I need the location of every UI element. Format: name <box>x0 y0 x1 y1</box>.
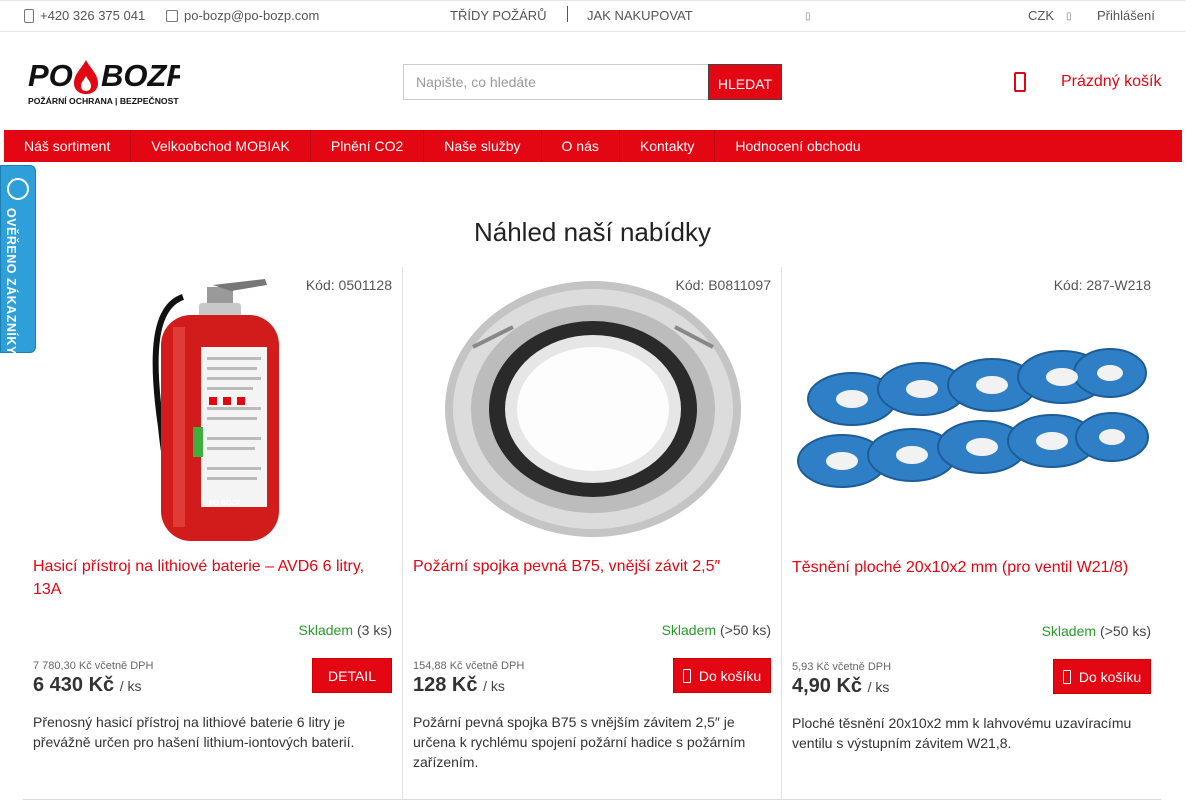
price-value: 6 430 Kč <box>33 674 115 696</box>
detail-button-label: DETAIL <box>328 667 376 684</box>
product-description: Přenosný hasicí přístroj na lithiové bat… <box>33 714 355 750</box>
section-title: Náhled naší nabídky <box>473 217 712 247</box>
logo-graphic: PO BOZP POŽÁRNÍ OCHRANA | BEZPEČNOST PRÁ… <box>28 58 211 106</box>
stock-info: Skladem (>50 ks) <box>1042 623 1151 639</box>
cart-icon <box>1062 669 1071 684</box>
nav-item-wholesale[interactable]: Velkoobchod MOBIAK <box>131 130 311 162</box>
product-code: Kód: 0501128 <box>305 277 392 293</box>
price-unit: / ks <box>483 678 505 694</box>
nav-item-assortment[interactable]: Náš sortiment <box>4 130 132 162</box>
stock-info: Skladem (>50 ks) <box>662 622 771 638</box>
phone-icon <box>24 8 34 23</box>
search-button[interactable]: HLEDAT <box>708 64 782 100</box>
nav-item-reviews[interactable]: Hodnocení obchodu <box>715 130 880 162</box>
product-card: Kód: 287-W218 Těsnění ploché 20x10x2 mm … <box>782 267 1161 799</box>
stock-quantity: (>50 ks) <box>720 622 771 638</box>
login-label: Přihlášení <box>1097 8 1155 23</box>
nav-item-contacts[interactable]: Kontakty <box>620 130 716 162</box>
link-fire-classes-label: TŘÍDY POŽÁRŮ <box>450 8 547 23</box>
nav-item-co2[interactable]: Plnění CO2 <box>311 130 425 162</box>
product-code: Kód: B0811097 <box>675 277 772 293</box>
search-input[interactable] <box>403 64 708 100</box>
price-value: 128 Kč <box>413 674 478 696</box>
product-description: Požární pevná spojka B75 s vnějším závit… <box>413 714 746 770</box>
cart-link[interactable]: Prázdný košík <box>1061 73 1161 91</box>
link-how-to-buy-label: JAK NAKUPOVAT <box>587 8 693 23</box>
link-fire-classes[interactable]: TŘÍDY POŽÁRŮ <box>450 8 547 23</box>
price-value: 4,90 Kč <box>792 675 863 697</box>
product-description: Ploché těsnění 20x10x2 mm k lahvovému uz… <box>792 715 1132 751</box>
product-name-link[interactable]: Požární spojka pevná B75, vnější závit 2… <box>413 555 768 578</box>
cart-icon <box>682 668 691 683</box>
login-link[interactable]: Přihlášení <box>1097 8 1155 23</box>
main-navigation: Náš sortiment Velkoobchod MOBIAK Plnění … <box>4 130 1182 162</box>
top-separator <box>567 6 568 22</box>
stock-status: Skladem <box>1041 623 1097 639</box>
product-price: 128 Kč / ks <box>413 674 505 697</box>
email-icon <box>166 9 178 22</box>
stock-quantity: (>50 ks) <box>1100 623 1151 639</box>
add-to-cart-label: Do košíku <box>698 667 762 684</box>
phone-link[interactable]: +420 326 375 041 <box>24 8 145 23</box>
price-with-vat: 154,88 Kč včetně DPH <box>413 660 525 672</box>
product-card: PO BOZP Kód: 0501128 Hasicí přístroj na … <box>23 267 403 799</box>
svg-text:PO: PO <box>28 58 73 93</box>
currency-selector[interactable]: CZK <box>1028 8 1054 23</box>
verified-seal-icon <box>7 178 29 200</box>
top-bar: +420 326 375 041 po-bozp@po-bozp.com TŘÍ… <box>0 0 1185 32</box>
add-to-cart-button[interactable]: Do košíku <box>673 658 771 693</box>
add-to-cart-label: Do košíku <box>1078 668 1142 685</box>
cart-icon[interactable] <box>1014 72 1026 92</box>
add-to-cart-button[interactable]: Do košíku <box>1053 659 1151 694</box>
stock-status: Skladem <box>298 622 353 638</box>
nav-item-services[interactable]: Naše služby <box>424 130 542 162</box>
phone-number: +420 326 375 041 <box>40 8 146 23</box>
email-address: po-bozp@po-bozp.com <box>184 8 320 23</box>
product-code: Kód: 287-W218 <box>1053 277 1151 293</box>
price-with-vat: 5,93 Kč včetně DPH <box>792 661 892 673</box>
email-link[interactable]: po-bozp@po-bozp.com <box>166 8 319 23</box>
stock-quantity: (3 ks) <box>357 622 392 638</box>
site-logo[interactable]: PO BOZP POŽÁRNÍ OCHRANA | BEZPEČNOST PRÁ… <box>28 54 211 106</box>
stock-info: Skladem (3 ks) <box>299 622 392 638</box>
nav-item-about[interactable]: O nás <box>542 130 620 162</box>
stock-status: Skladem <box>661 622 717 638</box>
product-image-coupling[interactable] <box>413 277 771 545</box>
product-name-link[interactable]: Hasicí přístroj na lithiové baterie – AV… <box>33 555 388 601</box>
product-name-link[interactable]: Těsnění ploché 20x10x2 mm (pro ventil W2… <box>792 556 1147 579</box>
link-how-to-buy[interactable]: JAK NAKUPOVAT <box>587 8 693 23</box>
product-card: Kód: B0811097 Požární spojka pevná B75, … <box>403 267 782 799</box>
product-image-extinguisher[interactable]: PO BOZP <box>33 277 391 545</box>
detail-button[interactable]: DETAIL <box>312 658 392 693</box>
price-unit: / ks <box>867 679 890 695</box>
svg-text:POŽÁRNÍ OCHRANA | BEZPEČNOST P: POŽÁRNÍ OCHRANA | BEZPEČNOST PRÁCE <box>28 95 180 106</box>
user-icon[interactable]: ▯ <box>1066 11 1072 22</box>
search-bar: HLEDAT <box>403 64 782 100</box>
product-price: 4,90 Kč / ks <box>792 675 889 698</box>
price-unit: / ks <box>119 678 142 694</box>
price-with-vat: 7 780,30 Kč včetně DPH <box>33 660 154 672</box>
product-image-gaskets[interactable] <box>792 277 1150 545</box>
svg-text:PO BOZP: PO BOZP <box>209 500 241 507</box>
svg-text:BOZP: BOZP <box>101 58 180 93</box>
product-grid: PO BOZP Kód: 0501128 Hasicí přístroj na … <box>23 267 1161 800</box>
social-icon[interactable]: ▯ <box>805 11 811 22</box>
currency-label: CZK <box>1028 8 1054 23</box>
product-price: 6 430 Kč / ks <box>33 674 142 697</box>
